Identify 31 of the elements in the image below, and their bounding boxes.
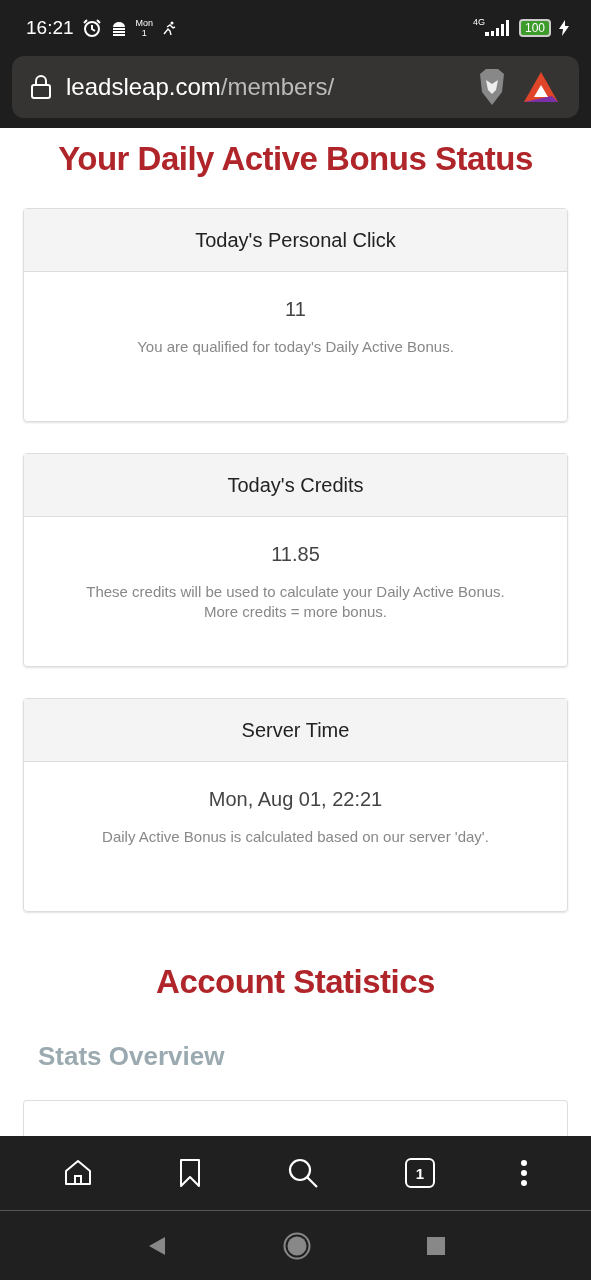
card-header: Server Time bbox=[24, 699, 567, 762]
more-menu-icon[interactable] bbox=[520, 1159, 529, 1187]
card-value: 11.85 bbox=[270, 543, 321, 566]
lock-icon bbox=[30, 74, 52, 100]
clock-time: 16:21 bbox=[26, 17, 74, 39]
charging-icon bbox=[559, 20, 569, 36]
running-figure-icon bbox=[161, 20, 178, 36]
search-icon[interactable] bbox=[287, 1157, 320, 1189]
home-circle-icon[interactable] bbox=[282, 1231, 311, 1260]
subsection-title: Stats Overview bbox=[38, 1041, 226, 1072]
card-value: 11 bbox=[284, 298, 307, 321]
card-header: Today's Personal Click bbox=[24, 209, 567, 272]
alarm-clock-icon bbox=[81, 18, 102, 38]
card-header: Today's Credits bbox=[24, 454, 567, 517]
page-title: Your Daily Active Bonus Status bbox=[57, 140, 534, 178]
tab-count-button[interactable]: 1 bbox=[404, 1158, 435, 1188]
card-value: Mon, Aug 01, 22:21 bbox=[207, 788, 384, 811]
card-note: You are qualified for today's Daily Active Bonus. bbox=[136, 337, 455, 357]
calendar-date: Mon 1 bbox=[135, 18, 154, 38]
home-icon[interactable] bbox=[62, 1158, 93, 1188]
triangle-logo-icon[interactable] bbox=[523, 71, 559, 103]
section-title: Account Statistics bbox=[155, 963, 436, 1001]
card-note: These credits will be used to calculate your Daily Active Bonus. More credits = more bonus. bbox=[85, 582, 506, 622]
card-note: Daily Active Bonus is calculated based on our server 'day'. bbox=[101, 827, 490, 847]
bookmark-icon[interactable] bbox=[178, 1158, 203, 1188]
recents-icon[interactable] bbox=[426, 1236, 445, 1255]
address-bar[interactable]: leadsleap.com/members/ bbox=[12, 56, 579, 118]
url-text: leadsleap.com/members/ bbox=[66, 73, 335, 101]
battery-level: 100 bbox=[518, 19, 551, 37]
network-type: 4G bbox=[472, 17, 485, 27]
signal-icon bbox=[484, 20, 511, 36]
